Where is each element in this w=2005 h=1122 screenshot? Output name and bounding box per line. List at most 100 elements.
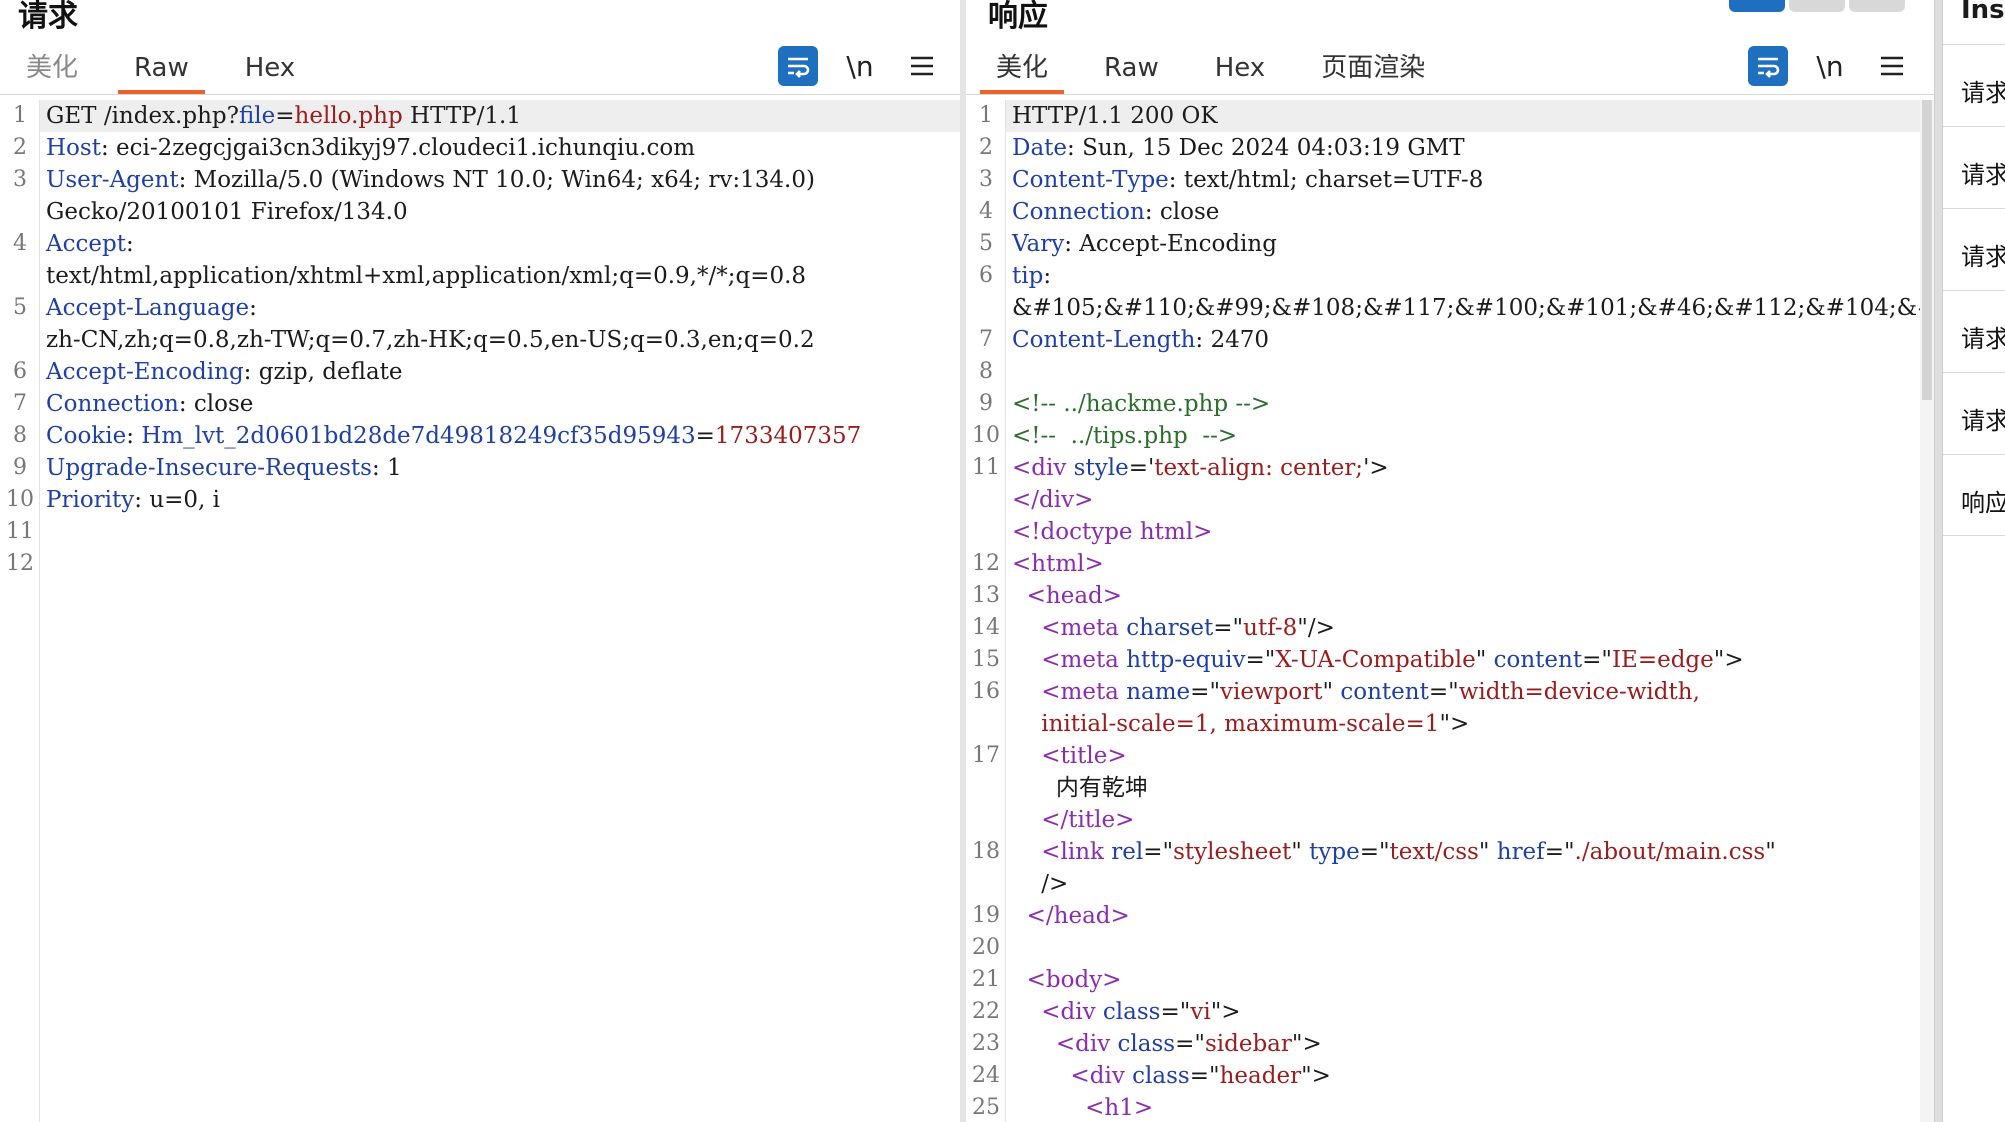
- code-token: ">: [1713, 647, 1744, 673]
- code-token: :: [1043, 263, 1052, 289]
- code-line: 17 <title>: [966, 740, 1920, 772]
- code-token: : Sun, 15 Dec 2024 04:03:19 GMT: [1067, 135, 1465, 161]
- request-pane: 请求 美化 Raw Hex \n 1 GET /index.php?file=he…: [0, 0, 960, 1122]
- code-token: rel: [1103, 839, 1144, 865]
- code-token: stylesheet: [1173, 839, 1292, 865]
- code-token: : gzip, deflate: [243, 359, 403, 385]
- hamburger-menu-icon: [911, 56, 933, 76]
- tab-response-hex[interactable]: Hex: [1199, 48, 1281, 94]
- code-token: ": [1291, 839, 1310, 865]
- line-text: User-Agent: Mozilla/5.0 (Windows NT 10.0…: [40, 164, 960, 196]
- request-menu-button[interactable]: [902, 46, 942, 86]
- line-text: [1006, 356, 1920, 388]
- line-number: 4: [979, 199, 993, 224]
- line-number: [966, 516, 1006, 548]
- tab-response-render[interactable]: 页面渲染: [1305, 48, 1441, 94]
- code-token: GET /index.php?: [46, 103, 239, 129]
- hamburger-menu-icon: [1881, 56, 1903, 76]
- code-token: =: [695, 423, 715, 449]
- inspector-item-response[interactable]: 响应: [1943, 454, 2005, 536]
- code-line: 13 <head>: [966, 580, 1920, 612]
- code-token: Vary: [1012, 231, 1065, 257]
- code-token: Host: [46, 135, 101, 161]
- line-number: 3: [13, 167, 27, 192]
- code-token: content: [1340, 679, 1429, 705]
- inspector-item-request-2[interactable]: 请求: [1943, 126, 2005, 208]
- layout-vertical-button[interactable]: [1849, 0, 1905, 12]
- line-text: <!-- ../hackme.php -->: [1006, 388, 1920, 420]
- code-line: 2 Date: Sun, 15 Dec 2024 04:03:19 GMT: [966, 132, 1920, 164]
- line-text: [40, 516, 960, 548]
- code-line: 10 Priority: u=0, i: [0, 484, 960, 516]
- code-token: <!-- ../hackme.php -->: [1012, 391, 1271, 417]
- layout-split-button[interactable]: [1729, 0, 1785, 12]
- tab-response-raw[interactable]: Raw: [1088, 48, 1175, 94]
- request-toolbar: \n: [756, 46, 942, 86]
- layout-horizontal-button[interactable]: [1789, 0, 1845, 12]
- inspector-item-request-3[interactable]: 请求: [1943, 208, 2005, 290]
- code-token: ">: [1439, 711, 1470, 737]
- tab-request-hex[interactable]: Hex: [229, 48, 311, 94]
- line-text: Accept-Encoding: gzip, deflate: [40, 356, 960, 388]
- code-token: 1733407357: [714, 423, 862, 449]
- code-token: sidebar: [1204, 1031, 1292, 1057]
- line-text: Accept:: [40, 228, 960, 260]
- response-scrollbar-thumb[interactable]: [1922, 100, 1932, 400]
- line-number: 12: [972, 551, 1000, 576]
- inspector-splitter[interactable]: [1934, 0, 1942, 1122]
- line-number: 14: [972, 615, 1000, 640]
- line-number: [966, 772, 1006, 804]
- inspector-item-request-5[interactable]: 请求: [1943, 372, 2005, 454]
- request-newline-button[interactable]: \n: [840, 46, 880, 86]
- line-text: text/html,application/xhtml+xml,applicat…: [40, 260, 960, 292]
- code-token: </head>: [1026, 903, 1130, 929]
- code-token: Connection: [1012, 199, 1145, 225]
- line-text: tip:: [1006, 260, 1920, 292]
- inspector-item-request-4[interactable]: 请求: [1943, 290, 2005, 372]
- tab-request-pretty[interactable]: 美化: [10, 48, 94, 94]
- line-number: 3: [979, 167, 993, 192]
- code-token: <div: [1070, 1063, 1125, 1089]
- code-token: file: [238, 103, 276, 129]
- code-token: : close: [1144, 199, 1220, 225]
- line-number: [966, 484, 1006, 516]
- code-token: ": [1322, 679, 1341, 705]
- response-newline-button[interactable]: \n: [1810, 46, 1850, 86]
- code-token: <meta: [1041, 615, 1119, 641]
- line-number: 10: [972, 423, 1000, 448]
- code-token: =": [1143, 839, 1174, 865]
- tab-request-raw[interactable]: Raw: [118, 48, 205, 94]
- code-token: X-UA-Compatible: [1275, 647, 1476, 673]
- code-token: HTTP/1.1 200 OK: [1012, 103, 1218, 129]
- code-token: : u=0, i: [134, 487, 221, 513]
- code-token: charset: [1118, 615, 1214, 641]
- line-number: 15: [972, 647, 1000, 672]
- code-token: header: [1219, 1063, 1302, 1089]
- code-line: </title>: [966, 804, 1920, 836]
- code-line: 16 <meta name="viewport" content="width=…: [966, 676, 1920, 708]
- code-token: zh-CN,zh;q=0.8,zh-TW;q=0.7,zh-HK;q=0.5,e…: [46, 327, 815, 353]
- code-token: : close: [178, 391, 254, 417]
- response-scrollbar[interactable]: [1920, 100, 1934, 1122]
- line-text: <h1>: [1006, 1092, 1920, 1122]
- code-line: 4 Connection: close: [966, 196, 1920, 228]
- response-wrap-lines-button[interactable]: [1748, 46, 1788, 86]
- code-token: '>: [1363, 455, 1389, 481]
- request-editor[interactable]: 1 GET /index.php?file=hello.php HTTP/1.1 2…: [0, 100, 960, 1122]
- code-token: Cookie: [46, 423, 127, 449]
- response-menu-button[interactable]: [1872, 46, 1912, 86]
- code-token: Date: [1012, 135, 1068, 161]
- code-line: initial-scale=1, maximum-scale=1">: [966, 708, 1920, 740]
- response-editor[interactable]: 1 HTTP/1.1 200 OK 2 Date: Sun, 15 Dec 2024 …: [966, 100, 1934, 1122]
- code-token: =": [1175, 1031, 1205, 1057]
- line-number: 17: [972, 743, 1000, 768]
- inspector-item-request-1[interactable]: 请求: [1943, 44, 2005, 126]
- line-number: 7: [13, 391, 27, 416]
- code-line: 4 Accept:: [0, 228, 960, 260]
- tab-response-pretty[interactable]: 美化: [980, 48, 1065, 94]
- response-toolbar: \n: [1726, 46, 1912, 86]
- request-wrap-lines-button[interactable]: [778, 46, 818, 86]
